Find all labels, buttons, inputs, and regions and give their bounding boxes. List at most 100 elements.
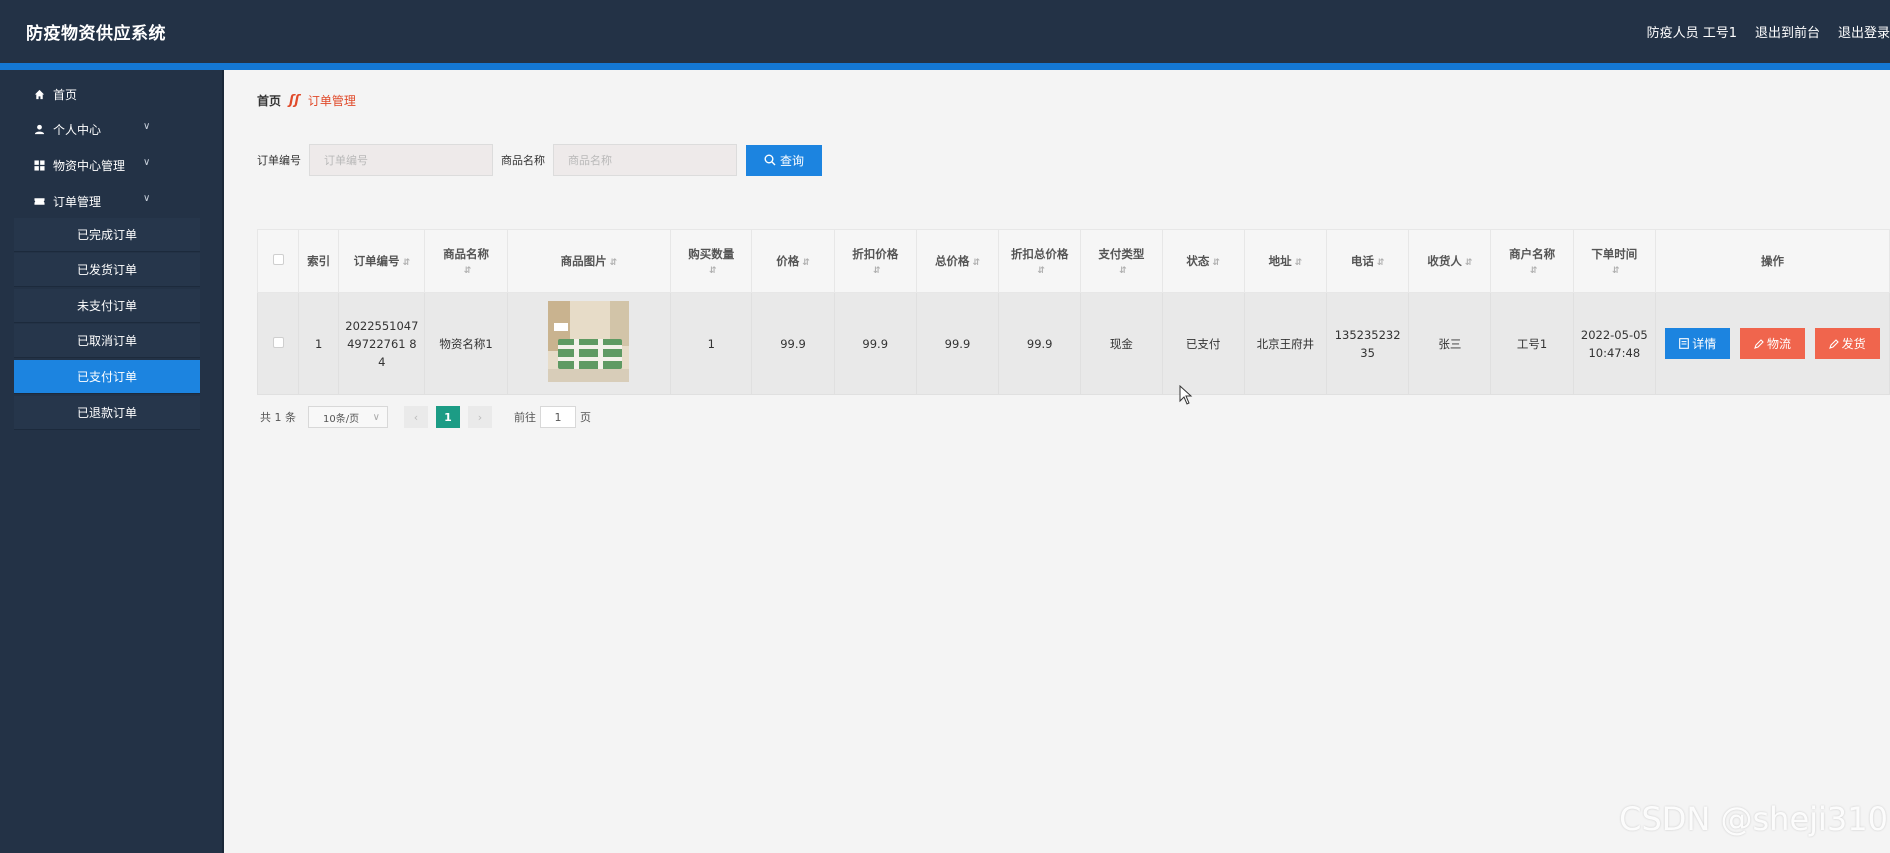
col-quantity[interactable]: 购买数量 ⇵ [670,229,753,293]
sidebar-item-personal[interactable]: 个人中心 [34,121,101,138]
col-product-image[interactable]: 商品图片 ⇵ [506,229,672,293]
col-discount-total[interactable]: 折扣总价格 ⇵ [998,229,1082,293]
breadcrumb-home[interactable]: 首页 [257,92,281,109]
cell-order-no: 202255104749722761 84 [338,292,426,395]
chevron-down-icon[interactable]: ∨ [143,157,150,168]
cell-receiver: 张三 [1408,292,1492,395]
edit-icon [1754,338,1764,349]
sort-icon[interactable]: ⇵ [1295,258,1303,268]
col-price[interactable]: 价格 ⇵ [751,229,835,293]
select-all-cell[interactable] [256,229,300,293]
chevron-down-icon: ∨ [372,411,380,423]
table-header-row: 索引 订单编号 ⇵ 商品名称 ⇵ 商品图片 ⇵ 购买数量 ⇵ 价格 ⇵ 折扣价格 ⇵ 总价格… [256,229,1890,293]
sort-icon[interactable]: ⇵ [709,266,717,276]
sidebar-subitem-completed[interactable]: 已完成订单 [14,218,200,252]
header-actions: 防疫人员 工号1 退出到前台 退出登录 [1647,22,1890,41]
sort-icon[interactable]: ⇵ [873,266,881,276]
cell-address: 北京王府井 [1243,292,1328,395]
col-order-no[interactable]: 订单编号 ⇵ [338,229,426,293]
col-total-price[interactable]: 总价格 ⇵ [915,229,1000,293]
edit-icon [1828,338,1839,349]
logistics-button[interactable]: 物流 [1739,328,1805,360]
col-status[interactable]: 状态 ⇵ [1161,229,1245,293]
query-button-label: 查询 [779,153,804,168]
col-index: 索引 [298,229,340,293]
goto-page-input[interactable]: 1 [540,406,576,428]
breadcrumb-separator-icon: ʃʃ [289,93,300,108]
product-thumbnail[interactable] [548,300,630,382]
search-bar: 订单编号 商品名称 查询 [257,144,822,176]
col-phone[interactable]: 电话 ⇵ [1325,229,1410,293]
prev-page-button[interactable]: ‹ [404,406,428,428]
col-discount-price[interactable]: 折扣价格 ⇵ [833,229,917,293]
document-icon [1679,337,1690,349]
sidebar-item-label: 物资中心管理 [53,159,126,173]
sidebar-subitem-cancelled[interactable]: 已取消订单 [14,324,200,358]
cell-total-price: 99.9 [915,292,1000,395]
cell-order-time: 2022-05-05 10:47:48 [1572,292,1656,395]
sort-icon[interactable]: ⇵ [1612,266,1620,276]
sidebar-item-home[interactable]: 首页 [34,86,77,103]
page-unit-label: 页 [580,411,591,424]
sort-icon[interactable]: ⇵ [1530,266,1538,276]
select-all-checkbox[interactable] [272,254,284,265]
sort-icon[interactable]: ⇵ [1212,258,1220,268]
user-info: 防疫人员 工号1 [1646,26,1737,41]
sort-icon[interactable]: ⇵ [464,266,472,276]
table-row: 1 202255104749722761 84 物资名称1 1 99.9 99.… [256,292,1890,395]
row-checkbox[interactable] [272,336,284,348]
breadcrumb: 首页 ʃʃ 订单管理 [257,92,356,109]
col-address[interactable]: 地址 ⇵ [1243,229,1328,293]
col-pay-type[interactable]: 支付类型 ⇵ [1080,229,1163,293]
sort-icon[interactable]: ⇵ [1465,258,1473,268]
col-order-time[interactable]: 下单时间 ⇵ [1572,229,1656,293]
goto-label: 前往 [514,411,536,424]
col-receiver[interactable]: 收货人 ⇵ [1408,229,1492,293]
detail-button[interactable]: 详情 [1665,327,1731,359]
cell-quantity: 1 [670,292,753,395]
page-number[interactable]: 1 [436,406,460,428]
cell-price: 99.9 [751,292,835,395]
sidebar-item-label: 订单管理 [53,195,102,209]
sort-icon[interactable]: ⇵ [1037,266,1045,276]
logout-link[interactable]: 退出登录 [1838,22,1890,41]
grid-icon [34,160,45,171]
app-title: 防疫物资供应系统 [26,24,166,44]
ship-button[interactable]: 发货 [1814,328,1880,360]
breadcrumb-current: 订单管理 [307,94,356,108]
search-icon [764,154,776,166]
query-button[interactable]: 查询 [746,144,822,176]
sort-icon[interactable]: ⇵ [972,258,980,268]
chevron-down-icon[interactable]: ∨ [143,121,150,132]
col-product-name[interactable]: 商品名称 ⇵ [424,229,508,293]
sort-icon[interactable]: ⇵ [610,258,618,268]
sort-icon[interactable]: ⇵ [1119,266,1127,276]
sidebar [0,70,222,853]
sidebar-item-orders[interactable]: 订单管理 [34,193,101,210]
sidebar-subitem-unpaid[interactable]: 未支付订单 [14,289,200,323]
col-merchant[interactable]: 商户名称 ⇵ [1490,229,1574,293]
sidebar-item-supplies[interactable]: 物资中心管理 [34,157,125,174]
product-name-input[interactable] [553,144,737,176]
page-size-select[interactable]: 10条/页 ∨ [308,406,388,428]
sidebar-subitem-shipped[interactable]: 已发货订单 [14,253,200,287]
sidebar-item-label: 首页 [53,88,78,102]
pagination: 共 1 条 10条/页 ∨ ‹ 1 › 前往 1 页 [260,406,591,428]
sidebar-divider [222,70,224,853]
header-accent-strip [0,63,1890,70]
cell-merchant: 工号1 [1490,292,1574,395]
order-no-input[interactable] [309,144,493,176]
sidebar-subitem-paid[interactable]: 已支付订单 [14,360,200,394]
sort-icon[interactable]: ⇵ [1377,258,1385,268]
front-page-link[interactable]: 退出到前台 [1755,22,1820,41]
sidebar-item-label: 个人中心 [53,123,102,137]
cell-index: 1 [298,292,340,395]
row-select-cell[interactable] [256,292,300,395]
cell-discount-price: 99.9 [833,292,917,395]
next-page-button[interactable]: › [468,406,492,428]
chevron-up-icon[interactable]: ∨ [143,193,150,204]
sort-icon[interactable]: ⇵ [403,258,411,268]
ticket-icon [34,198,45,205]
sidebar-subitem-refunded[interactable]: 已退款订单 [14,396,200,430]
sort-icon[interactable]: ⇵ [802,258,810,268]
